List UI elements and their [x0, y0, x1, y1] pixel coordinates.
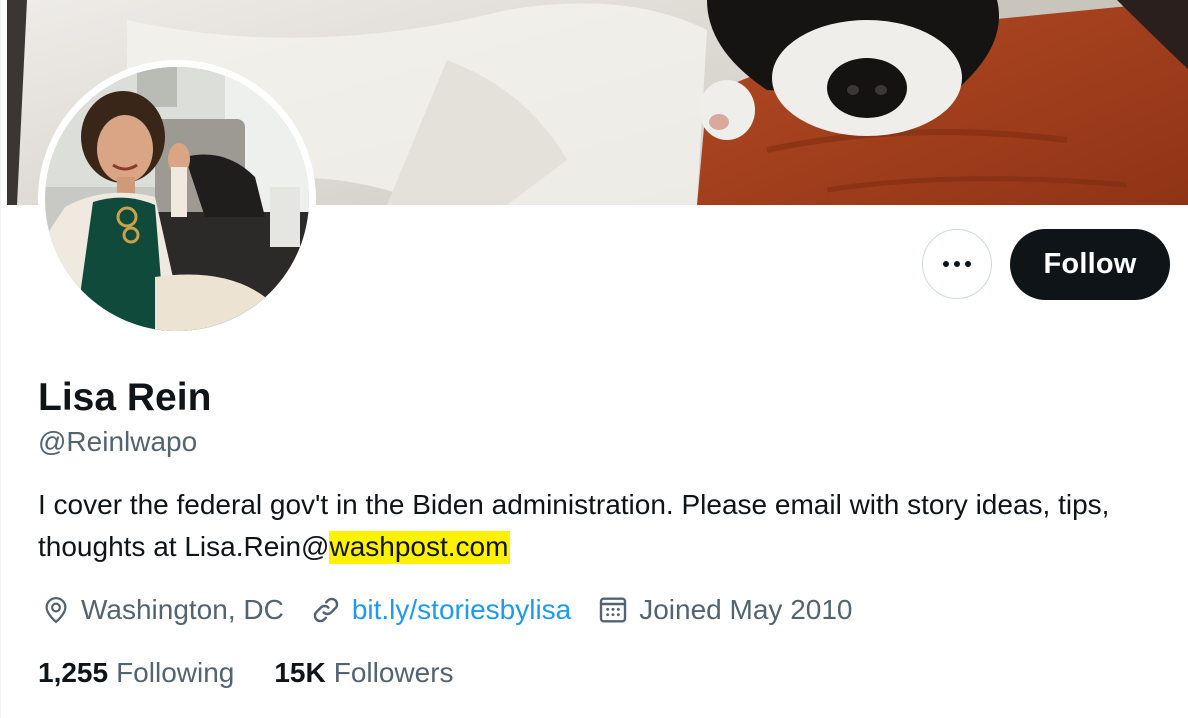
follow-button[interactable]: Follow	[1010, 229, 1170, 300]
profile-handle: @Reinlwapo	[38, 426, 198, 457]
followers-link[interactable]: 15K Followers	[274, 657, 453, 689]
followers-label: Followers	[333, 657, 454, 688]
more-horizontal-icon	[943, 261, 971, 267]
followers-count: 15K	[274, 657, 326, 688]
profile-stats: 1,255 Following 15K Followers	[38, 653, 494, 693]
following-label: Following	[116, 657, 235, 688]
joined-text: Joined May 2010	[639, 594, 853, 625]
website-link[interactable]: bit.ly/storiesbylisa	[352, 594, 571, 626]
bio-highlighted-domain: washpost.com	[329, 531, 511, 564]
profile-page: Follow Lisa Rein @Reinlwapo I cover the …	[0, 0, 1188, 718]
profile-meta: Washington, DC bit.ly/storiesbylisa Join…	[41, 588, 879, 632]
location-pin-icon	[45, 596, 67, 624]
more-options-button[interactable]	[922, 229, 992, 299]
profile-joined: Joined May 2010	[597, 594, 853, 626]
link-icon	[313, 597, 339, 623]
profile-avatar[interactable]	[38, 60, 316, 338]
profile-name: Lisa Rein	[38, 376, 212, 419]
following-link[interactable]: 1,255 Following	[38, 657, 234, 689]
profile-bio: I cover the federal gov't in the Biden a…	[38, 484, 1158, 568]
bio-text: I cover the federal gov't in the Biden a…	[38, 489, 1110, 562]
following-count: 1,255	[38, 657, 109, 688]
calendar-icon	[600, 597, 627, 623]
profile-location: Washington, DC	[41, 594, 284, 626]
profile-website[interactable]: bit.ly/storiesbylisa	[310, 594, 571, 626]
location-text: Washington, DC	[81, 594, 284, 625]
